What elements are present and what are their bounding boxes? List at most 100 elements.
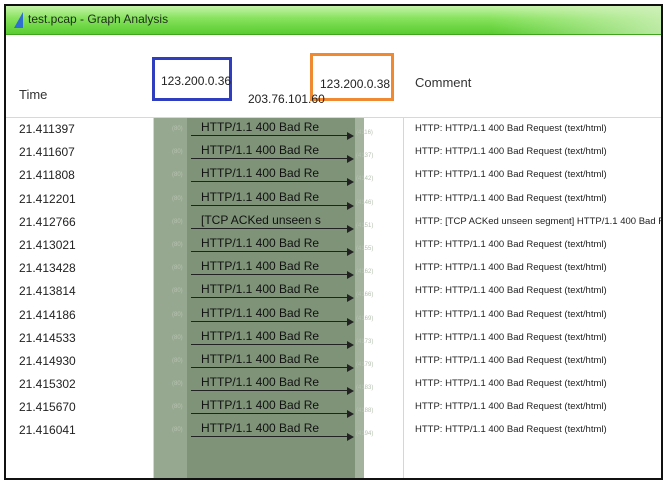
- destination-port-label: (4151): [356, 222, 374, 229]
- destination-port-label: (4137): [356, 153, 374, 160]
- flow-arrow[interactable]: HTTP/1.1 400 Bad Re: [187, 189, 355, 212]
- title-bar[interactable]: test.pcap - Graph Analysis: [6, 6, 661, 35]
- flow-arrow[interactable]: [TCP ACKed unseen s: [187, 212, 355, 235]
- time-column-header[interactable]: Time: [19, 87, 47, 102]
- source-port-label: (80): [172, 172, 183, 179]
- arrow-label: HTTP/1.1 400 Bad Re: [201, 120, 320, 134]
- time-cell: 21.413428: [19, 261, 76, 276]
- arrow-head-icon: [347, 155, 354, 164]
- destination-port-label: (4194): [356, 431, 374, 438]
- arrow-line: [191, 343, 351, 345]
- arrow-label: HTTP/1.1 400 Bad Re: [201, 166, 320, 181]
- arrow-head-icon: [347, 271, 354, 280]
- source-port-label: (80): [172, 218, 183, 225]
- arrow-label: HTTP/1.1 400 Bad Re: [201, 305, 320, 320]
- destination-port-label: (4183): [356, 385, 374, 392]
- flow-row[interactable]: 21.415302 (80) HTTP/1.1 400 Bad Re (4183…: [6, 374, 661, 397]
- time-cell: 21.411397: [19, 122, 75, 136]
- flow-row[interactable]: 21.414930 (80) HTTP/1.1 400 Bad Re (4179…: [6, 351, 661, 374]
- flow-arrow[interactable]: HTTP/1.1 400 Bad Re: [187, 351, 355, 374]
- node-address-b[interactable]: 203.76.101.60: [248, 92, 325, 106]
- flow-row[interactable]: 21.413814 (80) HTTP/1.1 400 Bad Re (4166…: [6, 281, 661, 304]
- arrow-label: [TCP ACKed unseen s: [201, 212, 321, 227]
- arrow-line: [191, 135, 351, 136]
- destination-port-label: (4155): [356, 245, 374, 252]
- time-cell: 21.413021: [19, 237, 76, 252]
- flow-row[interactable]: 21.413021 (80) HTTP/1.1 400 Bad Re (4155…: [6, 235, 661, 258]
- source-port-label: (80): [172, 149, 183, 156]
- time-cell: 21.414930: [19, 353, 76, 368]
- flow-arrow[interactable]: HTTP/1.1 400 Bad Re: [187, 142, 355, 165]
- arrow-head-icon: [347, 178, 354, 187]
- arrow-label: HTTP/1.1 400 Bad Re: [201, 421, 320, 436]
- flow-row[interactable]: 21.412201 (80) HTTP/1.1 400 Bad Re (4146…: [6, 189, 661, 212]
- arrow-line: [191, 320, 351, 322]
- comment-cell: HTTP: HTTP/1.1 400 Bad Request (text/htm…: [415, 146, 607, 158]
- flow-arrow[interactable]: HTTP/1.1 400 Bad Re: [187, 328, 355, 351]
- flow-arrow[interactable]: HTTP/1.1 400 Bad Re: [187, 397, 355, 420]
- time-cell: 21.412766: [19, 214, 76, 229]
- destination-port-label: (4179): [356, 361, 374, 368]
- comment-cell: HTTP: HTTP/1.1 400 Bad Request (text/htm…: [415, 424, 607, 436]
- destination-port-label: (4169): [356, 315, 374, 322]
- arrow-line: [191, 227, 351, 229]
- node-address-c[interactable]: 123.200.0.38: [320, 77, 390, 91]
- arrow-label: HTTP/1.1 400 Bad Re: [201, 235, 320, 250]
- time-cell: 21.414533: [19, 330, 76, 345]
- flow-arrow[interactable]: HTTP/1.1 400 Bad Re: [187, 119, 355, 142]
- arrow-line: [191, 181, 351, 183]
- window-title: test.pcap - Graph Analysis: [28, 12, 169, 26]
- flow-row[interactable]: 21.415670 (80) HTTP/1.1 400 Bad Re (4188…: [6, 397, 661, 420]
- comment-cell: HTTP: HTTP/1.1 400 Bad Request (text/htm…: [415, 192, 607, 204]
- destination-port-label: (4146): [356, 199, 374, 206]
- comment-cell: HTTP: HTTP/1.1 400 Bad Request (text/htm…: [415, 262, 607, 274]
- flow-row[interactable]: 21.411607 (80) HTTP/1.1 400 Bad Re (4137…: [6, 142, 661, 165]
- node-address-a[interactable]: 123.200.0.36: [161, 74, 231, 88]
- flow-arrow[interactable]: HTTP/1.1 400 Bad Re: [187, 420, 355, 443]
- comment-cell: HTTP: [TCP ACKed unseen segment] HTTP/1.…: [415, 215, 661, 227]
- time-cell: 21.411808: [19, 168, 75, 183]
- arrow-line: [191, 204, 351, 206]
- flow-row[interactable]: 21.414533 (80) HTTP/1.1 400 Bad Re (4173…: [6, 328, 661, 351]
- flow-arrow[interactable]: HTTP/1.1 400 Bad Re: [187, 305, 355, 328]
- flow-row[interactable]: 21.416041 (80) HTTP/1.1 400 Bad Re (4194…: [6, 420, 661, 443]
- arrow-label: HTTP/1.1 400 Bad Re: [201, 259, 320, 274]
- arrow-head-icon: [347, 132, 354, 140]
- flow-row[interactable]: 21.414186 (80) HTTP/1.1 400 Bad Re (4169…: [6, 305, 661, 328]
- arrow-label: HTTP/1.1 400 Bad Re: [201, 282, 320, 297]
- flow-row[interactable]: 21.413428 (80) HTTP/1.1 400 Bad Re (4162…: [6, 258, 661, 281]
- comment-cell: HTTP: HTTP/1.1 400 Bad Request (text/htm…: [415, 123, 607, 134]
- source-port-label: (80): [172, 288, 183, 295]
- arrow-label: HTTP/1.1 400 Bad Re: [201, 351, 320, 366]
- comment-cell: HTTP: HTTP/1.1 400 Bad Request (text/htm…: [415, 354, 607, 366]
- comment-cell: HTTP: HTTP/1.1 400 Bad Request (text/htm…: [415, 308, 607, 320]
- source-port-label: (80): [172, 265, 183, 272]
- comment-column-header[interactable]: Comment: [415, 75, 471, 90]
- flow-arrow[interactable]: HTTP/1.1 400 Bad Re: [187, 258, 355, 281]
- title-bar-highlight: [491, 6, 661, 34]
- comment-cell: HTTP: HTTP/1.1 400 Bad Request (text/htm…: [415, 285, 607, 297]
- flow-arrow[interactable]: HTTP/1.1 400 Bad Re: [187, 235, 355, 258]
- flow-arrow[interactable]: HTTP/1.1 400 Bad Re: [187, 165, 355, 188]
- flow-row[interactable]: 21.412766 (80) [TCP ACKed unseen s (4151…: [6, 212, 661, 235]
- arrow-label: HTTP/1.1 400 Bad Re: [201, 328, 320, 343]
- arrow-head-icon: [347, 224, 354, 233]
- arrow-line: [191, 436, 351, 438]
- arrow-head-icon: [347, 433, 354, 442]
- source-port-label: (80): [172, 357, 183, 364]
- time-cell: 21.412201: [19, 191, 76, 206]
- time-cell: 21.411607: [19, 145, 75, 160]
- source-port-label: (80): [172, 195, 183, 202]
- time-cell: 21.413814: [19, 284, 76, 299]
- column-header: Time 123.200.0.36 203.76.101.60 123.200.…: [6, 35, 661, 118]
- flow-row[interactable]: 21.411397 (80) HTTP/1.1 400 Bad Re (4116…: [6, 119, 661, 142]
- source-port-label: (80): [172, 241, 183, 248]
- arrow-head-icon: [347, 410, 354, 419]
- flow-row[interactable]: 21.411808 (80) HTTP/1.1 400 Bad Re (4142…: [6, 165, 661, 188]
- wireshark-fin-icon: [14, 12, 23, 28]
- arrow-head-icon: [347, 363, 354, 372]
- flow-arrow[interactable]: HTTP/1.1 400 Bad Re: [187, 374, 355, 397]
- arrow-label: HTTP/1.1 400 Bad Re: [201, 143, 320, 158]
- arrow-head-icon: [347, 294, 354, 303]
- flow-arrow[interactable]: HTTP/1.1 400 Bad Re: [187, 281, 355, 304]
